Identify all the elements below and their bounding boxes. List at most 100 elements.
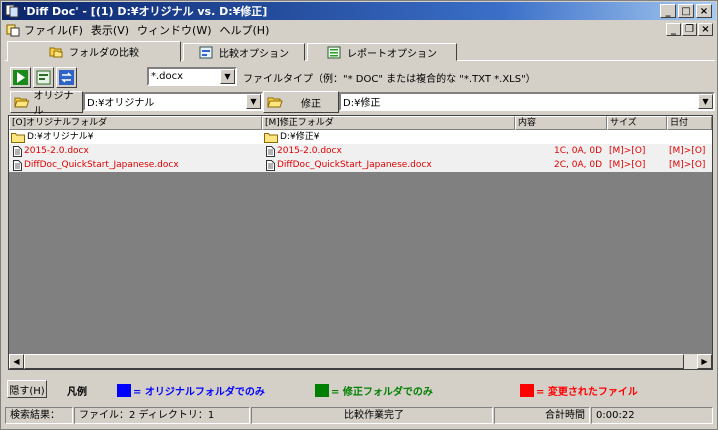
scroll-thumb[interactable]: [24, 354, 684, 369]
status-result-value: ファイル：2 ディレクトリ：1: [74, 407, 250, 424]
orig-file-name: 2015-2.0.docx: [24, 146, 89, 156]
modified-folder-button[interactable]: 修正: [263, 91, 339, 113]
status-time-label: 合計時間: [494, 407, 590, 424]
original-folder-button[interactable]: オリジナル: [10, 91, 83, 117]
play-icon: [13, 70, 28, 85]
date-cell: [M]>[O]: [669, 160, 706, 170]
chevron-down-icon[interactable]: ▼: [220, 69, 235, 84]
status-message: 比較作業完了: [251, 407, 493, 424]
start-compare-button[interactable]: [10, 67, 31, 88]
legend-changed: = 変更されたファイル: [520, 383, 638, 398]
tab-folder-compare[interactable]: フォルダの比較: [7, 41, 181, 62]
legend-label: = 修正フォルダでのみ: [331, 387, 433, 398]
table-row[interactable]: D:¥オリジナル¥ D:¥修正¥: [9, 130, 712, 144]
date-cell: [M]>[O]: [669, 146, 706, 156]
menu-window[interactable]: ウィンドウ(W): [137, 22, 219, 38]
folder-open-icon: [267, 97, 283, 108]
mod-file-name: DiffDoc_QuickStart_Japanese.docx: [277, 160, 432, 170]
orig-cell: 2015-2.0.docx: [13, 144, 89, 158]
status-bar: 検索結果： ファイル：2 ディレクトリ：1 比較作業完了 合計時間 0:00:2…: [5, 406, 716, 425]
legend-swatch: [117, 384, 131, 397]
status-result-label: 検索結果：: [5, 407, 73, 424]
tab-label: フォルダの比較: [69, 48, 139, 59]
folder-icon: [264, 132, 278, 143]
scroll-right-icon[interactable]: ▶: [697, 354, 712, 369]
modified-path-value: D:¥修正: [343, 98, 381, 109]
mod-cell: 2015-2.0.docx: [266, 144, 342, 158]
minimize-button[interactable]: _: [660, 4, 676, 18]
folder-open-icon: [14, 97, 30, 108]
legend-title: 凡例: [67, 387, 87, 398]
window-title: 'Diff Doc' - [(1) D:¥オリジナル vs. D:¥修正]: [23, 5, 268, 18]
file-icon: [13, 159, 22, 171]
list-header: [O]オリジナルフォルダ [M]修正フォルダ 内容 サイズ 日付: [9, 116, 712, 130]
size-cell: [M]>[O]: [609, 146, 646, 156]
child-restore-button[interactable]: ❐: [682, 23, 697, 36]
tab-label: レポートオプション: [347, 48, 437, 60]
app-icon: [5, 4, 19, 18]
menu-bar: ファイル(F) 表示(V) ウィンドウ(W) ヘルプ(H) _ ❐ ×: [2, 21, 716, 39]
file-filter-combo[interactable]: *.docx ▼: [147, 67, 237, 86]
comparison-list[interactable]: [O]オリジナルフォルダ [M]修正フォルダ 内容 サイズ 日付 D:¥オリジナ…: [8, 115, 713, 370]
menu-help[interactable]: ヘルプ(H): [220, 22, 278, 38]
legend-label: = オリジナルフォルダでのみ: [133, 387, 265, 398]
legend-swatch: [315, 384, 329, 397]
main-window: 'Diff Doc' - [(1) D:¥オリジナル vs. D:¥修正] _ …: [0, 0, 718, 430]
modified-path-combo[interactable]: D:¥修正 ▼: [339, 92, 715, 111]
orig-cell: D:¥オリジナル¥: [11, 130, 93, 144]
report-icon: [36, 70, 51, 85]
mod-file-name: 2015-2.0.docx: [277, 146, 342, 156]
legend-original-only: = オリジナルフォルダでのみ: [117, 383, 265, 398]
chevron-down-icon[interactable]: ▼: [698, 94, 713, 109]
file-icon: [266, 145, 275, 157]
column-modified-folder[interactable]: [M]修正フォルダ: [262, 116, 515, 130]
orig-folder-path: D:¥オリジナル¥: [27, 132, 94, 142]
original-path-combo[interactable]: D:¥オリジナル ▼: [83, 92, 263, 111]
content-cell: 2C, 0A, 0D: [554, 160, 602, 170]
title-bar[interactable]: 'Diff Doc' - [(1) D:¥オリジナル vs. D:¥修正] _ …: [2, 2, 716, 20]
mod-folder-path: D:¥修正¥: [280, 132, 320, 142]
maximize-button[interactable]: □: [678, 4, 694, 18]
original-path-value: D:¥オリジナル: [87, 98, 155, 109]
orig-cell: DiffDoc_QuickStart_Japanese.docx: [13, 158, 179, 172]
menu-file[interactable]: ファイル(F): [24, 22, 91, 38]
table-row[interactable]: DiffDoc_QuickStart_Japanese.docx DiffDoc…: [9, 158, 712, 172]
file-filter-value: *.docx: [151, 71, 184, 82]
table-row[interactable]: 2015-2.0.docx 2015-2.0.docx 1C, 0A, 0D […: [9, 144, 712, 158]
column-size[interactable]: サイズ: [607, 116, 667, 130]
column-date[interactable]: 日付: [667, 116, 712, 130]
options-icon: [199, 46, 213, 58]
original-button-label: オリジナル: [33, 91, 74, 117]
tab-compare-options[interactable]: 比較オプション: [183, 43, 305, 61]
scroll-left-icon[interactable]: ◀: [9, 354, 24, 369]
orig-file-name: DiffDoc_QuickStart_Japanese.docx: [24, 160, 179, 170]
folder-icon: [11, 132, 25, 143]
menu-view[interactable]: 表示(V): [91, 22, 137, 38]
content-cell: 1C, 0A, 0D: [554, 146, 602, 156]
status-time-value: 0:00:22: [591, 407, 713, 424]
column-original-folder[interactable]: [O]オリジナルフォルダ: [9, 116, 262, 130]
child-close-button[interactable]: ×: [698, 23, 713, 36]
report-button[interactable]: [33, 67, 54, 88]
list-rows: D:¥オリジナル¥ D:¥修正¥ 2015-2.0.docx 2015-2.0.…: [9, 130, 712, 172]
column-content[interactable]: 内容: [515, 116, 607, 130]
mod-cell: D:¥修正¥: [264, 130, 319, 144]
mod-cell: DiffDoc_QuickStart_Japanese.docx: [266, 158, 432, 172]
swap-button[interactable]: [56, 67, 77, 88]
child-minimize-button[interactable]: _: [666, 23, 681, 36]
horizontal-scrollbar[interactable]: ◀ ▶: [9, 354, 712, 369]
size-cell: [M]>[O]: [609, 160, 646, 170]
chevron-down-icon[interactable]: ▼: [246, 94, 261, 109]
legend-modified-only: = 修正フォルダでのみ: [315, 383, 433, 398]
tab-strip: フォルダの比較 比較オプション レポートオプション: [5, 41, 715, 62]
report-icon: [327, 46, 341, 58]
document-icon[interactable]: [6, 23, 20, 37]
file-icon: [266, 159, 275, 171]
legend-bar: 隠す(H) 凡例 = オリジナルフォルダでのみ = 修正フォルダでのみ = 変更…: [5, 378, 716, 400]
legend-swatch: [520, 384, 534, 397]
filetype-hint: ファイルタイプ（例："* DOC" または複合的な "*.TXT *.XLS"）: [243, 74, 536, 85]
tab-report-options[interactable]: レポートオプション: [307, 43, 457, 61]
close-button[interactable]: ×: [696, 4, 712, 18]
tab-label: 比較オプション: [219, 48, 289, 60]
hide-legend-button[interactable]: 隠す(H): [7, 380, 47, 398]
